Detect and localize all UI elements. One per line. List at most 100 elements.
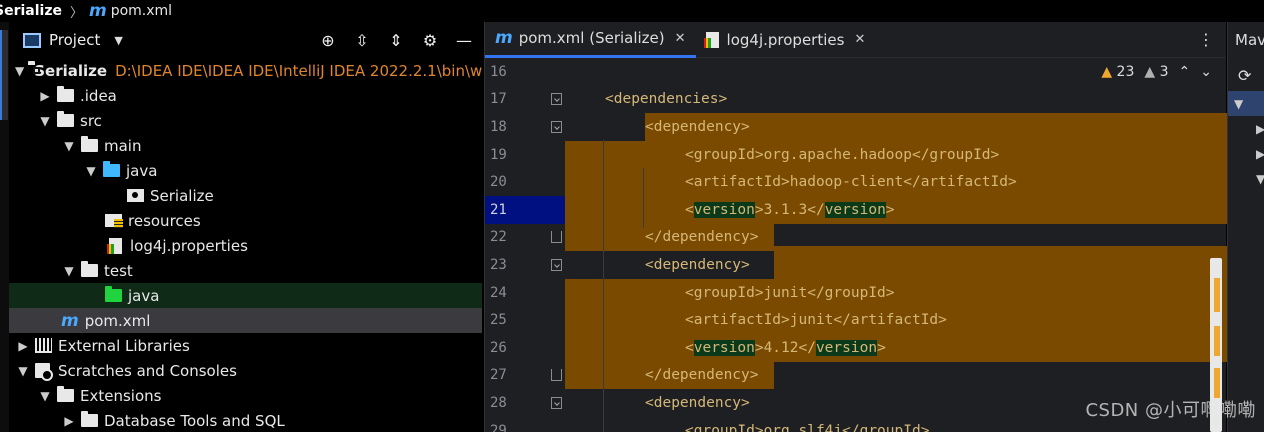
tree-item-pom-xml[interactable]: m pom.xml [9, 308, 482, 333]
library-icon [35, 338, 52, 353]
chevron-down-icon[interactable]: ▼ [37, 114, 53, 128]
chevron-down-icon[interactable]: ▼ [15, 64, 24, 78]
gear-icon[interactable]: ⚙ [420, 30, 440, 50]
inspection-widget[interactable]: ▲ 23 ▲ 3 ⌃ ⌄ [1101, 64, 1212, 80]
tree-item-scratches[interactable]: ▼ Scratches and Consoles [9, 358, 482, 383]
folder-icon [81, 136, 98, 152]
fold-toggle-icon[interactable] [551, 259, 562, 271]
close-icon[interactable]: ✕ [854, 32, 865, 47]
maven-tree-row[interactable]: ▶ [1228, 141, 1264, 166]
tree-item-log4j-properties[interactable]: log4j.properties [9, 233, 482, 258]
chevron-right-icon[interactable]: ▶ [61, 414, 77, 428]
line-number: 16 [490, 63, 507, 80]
resources-folder-icon [105, 214, 123, 228]
maven-tree-row[interactable]: ▼ [1228, 91, 1264, 116]
code-line: < version >4.12</version > [685, 339, 886, 356]
chevron-right-icon[interactable]: ▶ [15, 339, 31, 353]
test-source-folder-icon [105, 286, 122, 302]
tree-item-extensions[interactable]: ▼ Extensions [9, 383, 482, 408]
refresh-icon[interactable]: ⟳ [1238, 66, 1264, 85]
chevron-down-icon[interactable]: ▼ [114, 34, 122, 47]
breadcrumb: Serialize 〉 m pom.xml [0, 0, 484, 22]
weak-warning-icon: ▲ [1144, 64, 1156, 80]
chevron-down-icon[interactable]: ▼ [1256, 172, 1264, 186]
fold-toggle-icon[interactable] [551, 369, 562, 381]
maven-tree-row[interactable]: ▼ [1228, 166, 1264, 191]
tab-pom-xml[interactable]: m pom.xml (Serialize) ✕ [485, 22, 696, 58]
tab-label: log4j.properties [726, 30, 845, 49]
select-opened-file-icon[interactable]: ⊕ [318, 30, 338, 50]
project-view-title[interactable]: Project [49, 31, 100, 49]
chevron-down-icon[interactable]: ⌄ [1200, 64, 1212, 80]
tree-item-serialize-package[interactable]: Serialize [9, 183, 482, 208]
breadcrumb-project[interactable]: Serialize [0, 3, 62, 19]
line-number: 24 [490, 284, 507, 301]
expand-all-icon[interactable]: ⇳ [352, 30, 372, 50]
project-tool-tab[interactable] [0, 30, 8, 120]
line-number: 26 [490, 339, 507, 356]
tree-item-external-libraries[interactable]: ▶ External Libraries [9, 333, 482, 358]
more-vertical-icon[interactable]: ⋮ [1198, 30, 1214, 49]
line-number: 25 [490, 312, 507, 329]
tree-item-resources[interactable]: resources [9, 208, 482, 233]
project-panel: Project ▼ ⊕ ⇳ ⇕ ⚙ — ▼ Serialize D:\IDEA … [9, 22, 482, 432]
line-number: 20 [490, 174, 507, 191]
tree-item-label: Scratches and Consoles [58, 361, 237, 380]
warning-marker[interactable] [1214, 368, 1220, 398]
tree-item-label: resources [128, 211, 201, 230]
tree-item-label: Database Tools and SQL [104, 411, 285, 430]
tree-item-main-java[interactable]: ▼ java [9, 158, 482, 183]
collapse-all-icon[interactable]: ⇕ [386, 30, 406, 50]
chevron-right-icon[interactable]: ▶ [1256, 122, 1264, 136]
tree-item-database-tools[interactable]: ▶ Database Tools and SQL [9, 408, 482, 432]
maven-tree-row[interactable]: ▶ [1228, 116, 1264, 141]
chevron-down-icon[interactable]: ▼ [61, 139, 77, 153]
tree-item-label: java [128, 286, 160, 305]
chevron-down-icon[interactable]: ▼ [61, 264, 77, 278]
chevron-right-icon[interactable]: ▶ [37, 89, 53, 103]
tree-item-label: main [104, 136, 142, 155]
tab-log4j-properties[interactable]: log4j.properties ✕ [696, 22, 876, 58]
chevron-up-icon[interactable]: ⌃ [1179, 64, 1191, 80]
chevron-down-icon[interactable]: ▼ [15, 364, 31, 378]
tree-item-label: Extensions [80, 386, 162, 405]
warning-marker[interactable] [1214, 278, 1220, 312]
fold-toggle-icon[interactable] [551, 397, 562, 409]
fold-toggle-icon[interactable] [551, 121, 562, 133]
project-path: D:\IDEA IDE\IDEA IDE\IntelliJ IDEA 2022.… [115, 61, 482, 80]
folder-icon [81, 411, 98, 427]
maven-panel-title[interactable]: Mav [1228, 22, 1264, 58]
code-area[interactable]: <dependencies> <dependency> <groupId>org… [565, 58, 1227, 432]
warnings-count[interactable]: ▲ 23 [1101, 64, 1134, 80]
left-tool-strip [0, 22, 9, 432]
tree-item-label: Serialize [150, 186, 214, 205]
fold-toggle-icon[interactable] [551, 231, 562, 243]
tree-item-main[interactable]: ▼ main [9, 133, 482, 158]
fold-toggle-icon[interactable] [551, 93, 562, 105]
close-icon[interactable]: ✕ [675, 31, 686, 46]
editor-gutter: 16 17 18 19 20 21 22 23 24 25 26 27 28 2… [485, 58, 565, 432]
tree-item-label: pom.xml [84, 311, 151, 330]
editor-tab-bar: m pom.xml (Serialize) ✕ log4j.properties… [485, 22, 1226, 58]
tree-item-test[interactable]: ▼ test [9, 258, 482, 283]
folder-icon [57, 111, 74, 127]
weak-warnings-count[interactable]: ▲ 3 [1144, 64, 1168, 80]
chevron-down-icon[interactable]: ▼ [37, 389, 53, 403]
code-line: <dependency> [645, 256, 750, 273]
breadcrumb-file[interactable]: pom.xml [111, 3, 172, 19]
tree-item-label: src [80, 111, 102, 130]
tree-item-src[interactable]: ▼ src [9, 108, 482, 133]
chevron-down-icon[interactable]: ▼ [83, 164, 99, 178]
project-view-icon [23, 32, 41, 48]
source-folder-icon [103, 161, 120, 177]
tree-item-label: Serialize [34, 61, 108, 80]
tree-item-idea[interactable]: ▶ .idea [9, 83, 482, 108]
chevron-down-icon[interactable]: ▼ [1234, 97, 1243, 111]
chevron-right-icon[interactable]: ▶ [1256, 147, 1264, 161]
tree-item-test-java[interactable]: java [9, 283, 482, 308]
tree-item-label: log4j.properties [130, 236, 248, 255]
warning-marker[interactable] [1214, 326, 1220, 356]
hide-panel-icon[interactable]: — [454, 30, 474, 50]
folder-icon [81, 261, 98, 277]
tree-item-serialize-project[interactable]: ▼ Serialize D:\IDEA IDE\IDEA IDE\Intelli… [9, 58, 482, 83]
